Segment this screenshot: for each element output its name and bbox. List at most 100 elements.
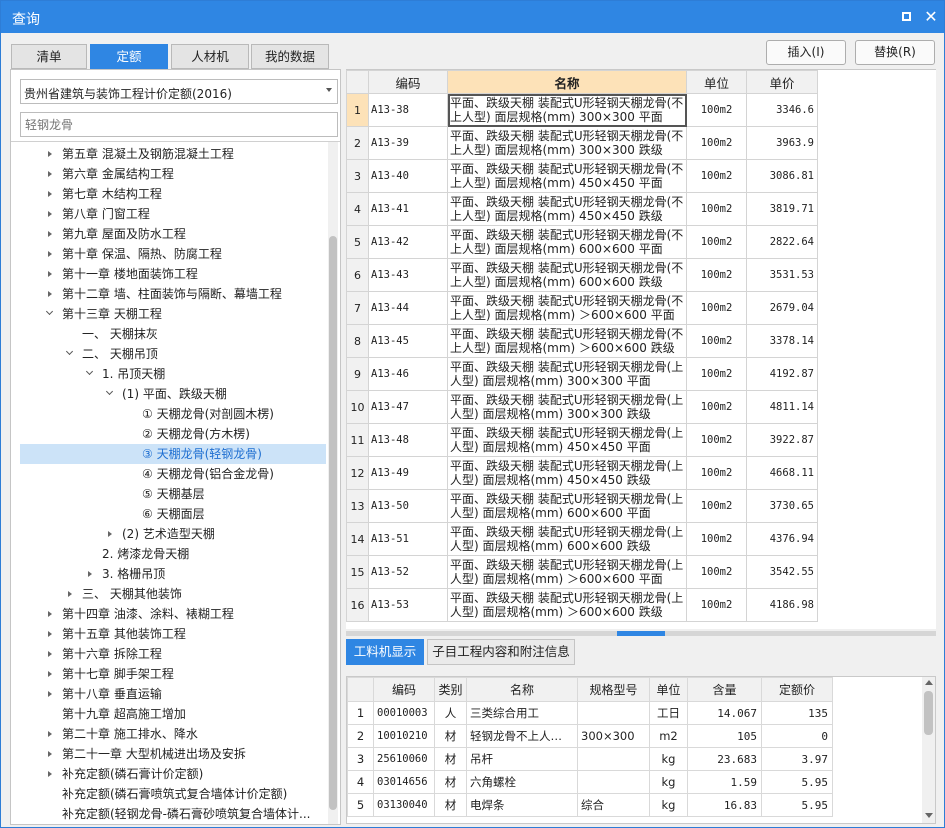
quota-unit[interactable]: 100m2 (686, 456, 747, 490)
quota-code[interactable]: A13-52 (368, 555, 448, 589)
row-number[interactable]: 4 (346, 192, 369, 226)
quota-code[interactable]: A13-41 (368, 192, 448, 226)
tree-node[interactable]: 第十七章 脚手架工程 (62, 664, 174, 684)
expand-arrow-icon[interactable] (85, 367, 94, 376)
row-number[interactable]: 8 (346, 324, 369, 358)
tree-scrollbar[interactable] (328, 142, 338, 824)
resource-unit[interactable]: kg (649, 747, 688, 771)
resource-quantity[interactable]: 14.067 (687, 701, 762, 725)
quota-name[interactable]: 平面、跌级天棚 装配式U形轻钢天棚龙骨(上人型) 面层规格(mm) 450×45… (447, 423, 687, 457)
quota-unit[interactable]: 100m2 (686, 126, 747, 160)
table-row[interactable]: 15 A13-52 平面、跌级天棚 装配式U形轻钢天棚龙骨(上人型) 面层规格(mm… (346, 555, 818, 589)
row-number[interactable]: 14 (346, 522, 369, 556)
tab-labor-material-machine[interactable]: 人材机 (171, 44, 249, 69)
tab-item-content-notes[interactable]: 子目工程内容和附注信息 (427, 639, 575, 665)
resource-quota-price[interactable]: 135 (761, 701, 833, 725)
tree-node[interactable]: 第十八章 垂直运输 (62, 684, 162, 704)
table-row[interactable]: 16 A13-53 平面、跌级天棚 装配式U形轻钢天棚龙骨(上人型) 面层规格(mm… (346, 588, 818, 622)
tab-quota[interactable]: 定额 (90, 44, 168, 69)
table-row[interactable]: 8 A13-45 平面、跌级天棚 装配式U形轻钢天棚龙骨(不上人型) 面层规格(mm… (346, 324, 818, 358)
table-row[interactable]: 14 A13-51 平面、跌级天棚 装配式U形轻钢天棚龙骨(上人型) 面层规格(mm… (346, 522, 818, 556)
collapse-arrow-icon[interactable] (48, 191, 52, 197)
resource-spec[interactable] (577, 747, 650, 771)
close-icon[interactable]: ✕ (922, 8, 940, 26)
quota-unit[interactable]: 100m2 (686, 291, 747, 325)
collapse-arrow-icon[interactable] (48, 611, 52, 617)
tree-node[interactable]: 第二十章 施工排水、降水 (62, 724, 198, 744)
table-row[interactable]: 1 00010003 人三类综合用工 工日 14.067 135 (347, 701, 833, 725)
resource-name[interactable]: 三类综合用工 (466, 701, 578, 725)
resource-name[interactable]: 轻钢龙骨不上人… (466, 724, 578, 748)
insert-button[interactable]: 插入(I) (766, 40, 846, 65)
row-number[interactable]: 13 (346, 489, 369, 523)
quota-name[interactable]: 平面、跌级天棚 装配式U形轻钢天棚龙骨(不上人型) 面层规格(mm) ＞600×… (447, 324, 687, 358)
tree-node[interactable]: 2. 烤漆龙骨天棚 (102, 544, 189, 564)
row-number[interactable]: 1 (347, 701, 374, 725)
replace-button[interactable]: 替换(R) (855, 40, 935, 65)
collapse-arrow-icon[interactable] (68, 591, 72, 597)
quota-name[interactable]: 平面、跌级天棚 装配式U形轻钢天棚龙骨(上人型) 面层规格(mm) 300×30… (447, 357, 687, 391)
scrollbar-thumb[interactable] (924, 691, 933, 735)
quota-code[interactable]: A13-39 (368, 126, 448, 160)
row-number[interactable]: 3 (346, 159, 369, 193)
row-number[interactable]: 4 (347, 770, 374, 794)
quota-name[interactable]: 平面、跌级天棚 装配式U形轻钢天棚龙骨(上人型) 面层规格(mm) 600×60… (447, 522, 687, 556)
collapse-arrow-icon[interactable] (48, 671, 52, 677)
resource-type[interactable]: 材 (434, 747, 467, 771)
table-row[interactable]: 4 A13-41 平面、跌级天棚 装配式U形轻钢天棚龙骨(不上人型) 面层规格(mm… (346, 192, 818, 226)
quota-price[interactable]: 3819.71 (746, 192, 818, 226)
table-row[interactable]: 10 A13-47 平面、跌级天棚 装配式U形轻钢天棚龙骨(上人型) 面层规格(mm… (346, 390, 818, 424)
quota-name[interactable]: 平面、跌级天棚 装配式U形轻钢天棚龙骨(上人型) 面层规格(mm) ＞600×6… (447, 588, 687, 622)
resource-unit[interactable]: kg (649, 793, 688, 817)
search-input[interactable] (21, 113, 337, 136)
quota-price[interactable]: 3086.81 (746, 159, 818, 193)
row-number[interactable]: 9 (346, 357, 369, 391)
quota-library-select[interactable]: 贵州省建筑与装饰工程计价定额(2016) (20, 79, 338, 104)
collapse-arrow-icon[interactable] (48, 631, 52, 637)
quota-unit[interactable]: 100m2 (686, 522, 747, 556)
collapse-arrow-icon[interactable] (48, 271, 52, 277)
resource-code[interactable]: 03130040 (373, 793, 435, 817)
tree-node[interactable]: 第十三章 天棚工程 (62, 304, 162, 324)
resource-code[interactable]: 03014656 (373, 770, 435, 794)
resource-name[interactable]: 吊杆 (466, 747, 578, 771)
row-number[interactable]: 1 (346, 93, 369, 127)
tree-node[interactable]: ⑥ 天棚面层 (142, 504, 205, 524)
quota-price[interactable]: 4668.11 (746, 456, 818, 490)
tree-node[interactable]: 一、 天棚抹灰 (82, 324, 158, 344)
tree-node[interactable]: 三、 天棚其他装饰 (82, 584, 182, 604)
scroll-up-icon[interactable] (925, 680, 933, 685)
quota-name[interactable]: 平面、跌级天棚 装配式U形轻钢天棚龙骨(不上人型) 面层规格(mm) 300×3… (447, 126, 687, 160)
row-number[interactable]: 7 (346, 291, 369, 325)
expand-arrow-icon[interactable] (105, 387, 114, 396)
quota-price[interactable]: 3542.55 (746, 555, 818, 589)
quota-unit[interactable]: 100m2 (686, 258, 747, 292)
row-number[interactable]: 5 (347, 793, 374, 817)
tree-node[interactable]: 3. 格栅吊顶 (102, 564, 165, 584)
tab-resource-display[interactable]: 工料机显示 (346, 639, 424, 665)
table-row[interactable]: 5 03130040 材电焊条 综合 kg 16.83 5.95 (347, 793, 833, 817)
resource-spec[interactable] (577, 770, 650, 794)
quota-code[interactable]: A13-46 (368, 357, 448, 391)
column-header-type[interactable]: 类别 (434, 677, 467, 702)
resource-type[interactable]: 人 (434, 701, 467, 725)
quota-code[interactable]: A13-45 (368, 324, 448, 358)
quota-name[interactable]: 平面、跌级天棚 装配式U形轻钢天棚龙骨(不上人型) 面层规格(mm) 600×6… (447, 225, 687, 259)
tab-my-data[interactable]: 我的数据 (251, 44, 329, 69)
row-number[interactable]: 6 (346, 258, 369, 292)
tree-node[interactable]: 第十九章 超高施工增加 (62, 704, 186, 724)
table-row[interactable]: 4 03014656 材六角螺栓 kg 1.59 5.95 (347, 770, 833, 794)
column-header-unit[interactable]: 单位 (686, 70, 747, 94)
table-row[interactable]: 12 A13-49 平面、跌级天棚 装配式U形轻钢天棚龙骨(上人型) 面层规格(mm… (346, 456, 818, 490)
table-row[interactable]: 2 10010210 材轻钢龙骨不上人… 300×300 m2 105 0 (347, 724, 833, 748)
quota-price[interactable]: 4192.87 (746, 357, 818, 391)
tree-node[interactable]: ④ 天棚龙骨(铝合金龙骨) (142, 464, 274, 484)
quota-code[interactable]: A13-51 (368, 522, 448, 556)
quota-price[interactable]: 2822.64 (746, 225, 818, 259)
quota-unit[interactable]: 100m2 (686, 423, 747, 457)
resource-name[interactable]: 六角螺栓 (466, 770, 578, 794)
tree-node[interactable]: ② 天棚龙骨(方木楞) (142, 424, 250, 444)
quota-unit[interactable]: 100m2 (686, 588, 747, 622)
tree-node[interactable]: 第十五章 其他装饰工程 (62, 624, 186, 644)
resource-quantity[interactable]: 1.59 (687, 770, 762, 794)
